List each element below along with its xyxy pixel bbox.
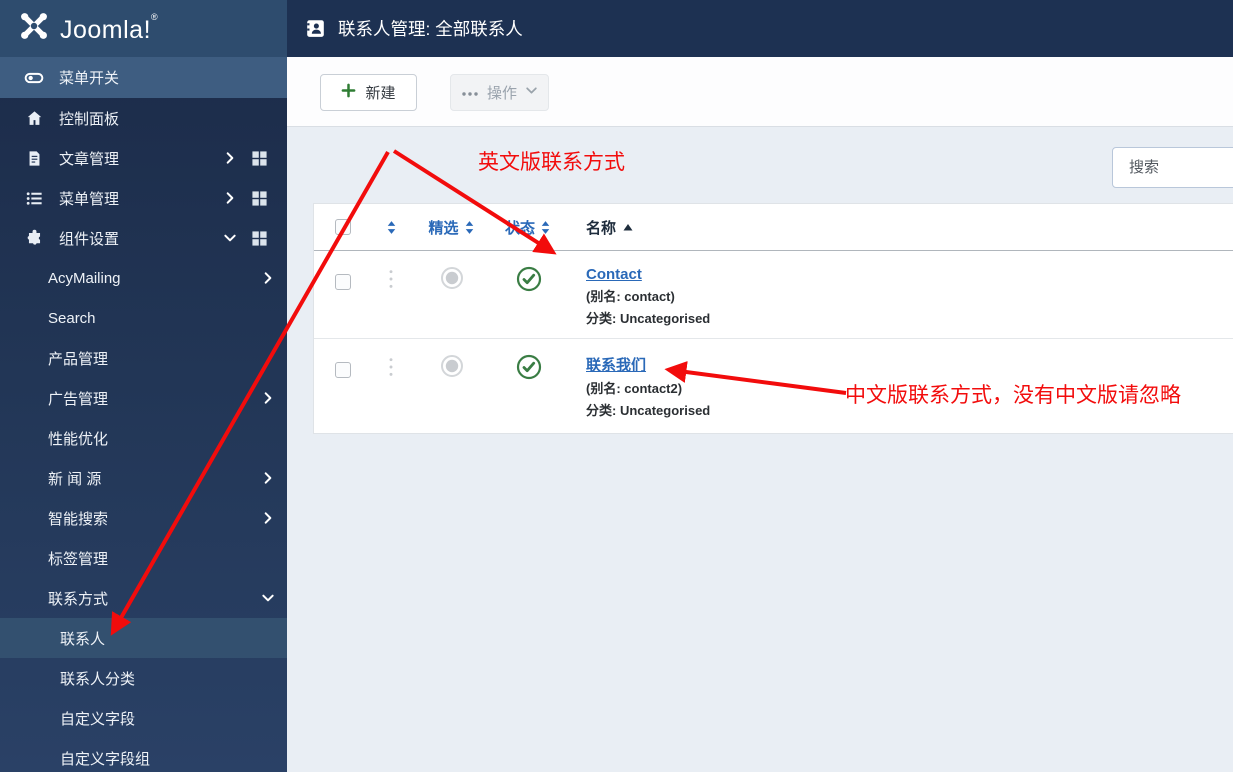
sidebar-item-contacts[interactable]: 联系人 [0,618,287,658]
sort-icon [465,220,473,234]
article-icon [24,148,44,168]
sort-icon [541,220,550,234]
contact-category: 分类: Uncategorised [586,403,711,418]
sidebar-item-performance[interactable]: 性能优化 [0,418,287,458]
puzzle-icon [24,228,44,248]
contact-category: 分类: Uncategorised [586,311,711,326]
status-column-header[interactable]: 状态 [505,217,552,238]
joomla-admin-window: Joomla!® 菜单开关 控制面板 文章管理 菜单管理 组件设置 AcyMai… [0,0,1233,772]
toolbar: 新建 操作 [287,57,1233,127]
sidebar: Joomla!® 菜单开关 控制面板 文章管理 菜单管理 组件设置 AcyMai… [0,0,287,772]
status-published-icon[interactable] [516,266,542,297]
featured-column-header[interactable]: 精选 [428,217,475,238]
sidebar-item-acymailing[interactable]: AcyMailing [0,258,287,298]
grid-icon[interactable] [251,190,268,207]
sidebar-item-tags[interactable]: 标签管理 [0,538,287,578]
sidebar-item-search[interactable]: Search [0,298,287,338]
contact-alias: (别名: contact) [586,289,675,304]
chevron-down-icon [223,231,237,245]
chevron-right-icon [261,511,275,525]
sidebar-item-custom-fields[interactable]: 自定义字段 [0,698,287,738]
menu-toggle-icon [24,68,44,88]
name-column-header[interactable]: 名称 [586,217,634,238]
contacts-table: 精选 状态 名称 Contact (别名: contact) 分类: Uncat… [313,203,1233,434]
ellipsis-icon [461,84,479,101]
sidebar-item-custom-field-groups[interactable]: 自定义字段组 [0,738,287,772]
chevron-right-icon [261,471,275,485]
home-icon [24,108,44,128]
featured-toggle-off-icon[interactable] [440,266,464,295]
sidebar-item-contacts-menu[interactable]: 联系方式 [0,578,287,618]
sidebar-item-articles[interactable]: 文章管理 [0,138,287,178]
titlebar: 联系人管理: 全部联系人 [287,0,1233,57]
sidebar-item-smart-search[interactable]: 智能搜索 [0,498,287,538]
chevron-down-icon [261,591,275,605]
contact-card-icon [305,18,326,39]
page-title: 联系人管理: 全部联系人 [338,19,523,39]
table-row: 联系我们 (别名: contact2) 分类: Uncategorised [314,339,1233,433]
ordering-column-header[interactable] [385,220,398,235]
drag-handle-icon[interactable] [388,266,394,295]
row-checkbox[interactable] [335,362,351,378]
select-all-checkbox[interactable] [335,219,351,235]
chevron-right-icon [261,271,275,285]
chevron-right-icon [261,391,275,405]
brand-name: Joomla!® [60,12,159,44]
actions-dropdown-button[interactable]: 操作 [450,74,549,111]
sidebar-item-contact-categories[interactable]: 联系人分类 [0,658,287,698]
table-header-row: 精选 状态 名称 [314,204,1233,251]
new-button[interactable]: 新建 [320,74,417,111]
featured-toggle-off-icon[interactable] [440,354,464,383]
row-checkbox[interactable] [335,274,351,290]
sidebar-item-menus[interactable]: 菜单管理 [0,178,287,218]
chevron-down-icon [525,84,538,101]
main-content: 精选 状态 名称 [287,127,1233,772]
sidebar-item-products[interactable]: 产品管理 [0,338,287,378]
status-published-icon[interactable] [516,354,542,385]
sidebar-item-control-panel[interactable]: 控制面板 [0,98,287,138]
grid-icon[interactable] [251,150,268,167]
grid-icon[interactable] [251,230,268,247]
chevron-right-icon [223,151,237,165]
plus-icon [341,83,356,102]
sort-asc-icon [623,224,633,231]
drag-handle-icon[interactable] [388,354,394,383]
contact-alias: (别名: contact2) [586,381,683,396]
joomla-logo-icon [18,10,50,47]
sidebar-item-components[interactable]: 组件设置 [0,218,287,258]
menu-list-icon [24,188,44,208]
sidebar-nav: 菜单开关 控制面板 文章管理 菜单管理 组件设置 AcyMailing Sear… [0,57,287,772]
sidebar-item-menu-toggle[interactable]: 菜单开关 [0,57,287,98]
sidebar-item-banners[interactable]: 广告管理 [0,378,287,418]
chevron-right-icon [223,191,237,205]
logo[interactable]: Joomla!® [0,0,287,57]
contact-name-link[interactable]: Contact [586,266,642,283]
table-row: Contact (别名: contact) 分类: Uncategorised [314,251,1233,339]
search-input[interactable] [1112,147,1233,188]
contact-name-link[interactable]: 联系我们 [586,354,646,375]
sidebar-item-news-feeds[interactable]: 新 闻 源 [0,458,287,498]
